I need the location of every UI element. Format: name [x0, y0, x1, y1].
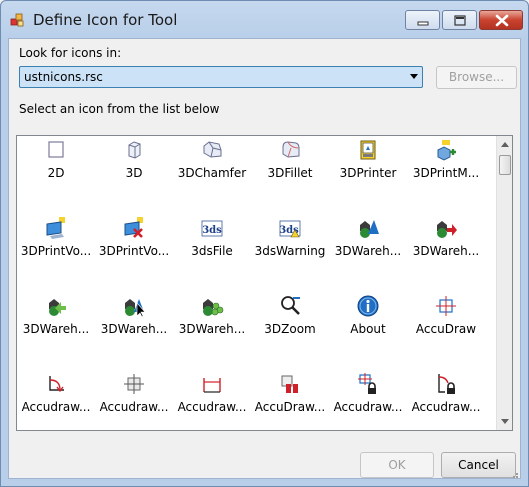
- icon-item-label: 3DChamfer: [177, 166, 247, 180]
- icon-item-label: 3DFillet: [267, 166, 313, 180]
- warehouse-download-icon: [49, 299, 66, 316]
- combo-value: ustnicons.rsc: [24, 70, 103, 84]
- icon-item[interactable]: AccuDraw: [407, 292, 485, 370]
- icon-item-label: Accudraw...: [411, 400, 481, 414]
- icon-item-label: Accudraw...: [21, 400, 91, 414]
- icon-item-label: 3D: [125, 166, 143, 180]
- print-model-add-icon: [437, 140, 456, 161]
- minimize-icon: [417, 21, 429, 26]
- print-volume-icon: [46, 217, 65, 239]
- icon-item[interactable]: 2D: [17, 136, 95, 214]
- icon-file-combobox[interactable]: ustnicons.rsc: [19, 66, 423, 88]
- printer-3d-icon: [360, 140, 376, 160]
- icon-item-label: 3DZoom: [264, 322, 316, 336]
- warehouse-icon: [360, 220, 379, 238]
- accudraw-icon: [436, 296, 456, 316]
- browse-button[interactable]: Browse...: [436, 66, 517, 89]
- app-icon: [10, 13, 24, 27]
- 3ds-warning-icon: 3ds: [279, 220, 301, 238]
- icon-item[interactable]: Accudraw...: [173, 370, 251, 430]
- icon-item-label: 3DPrintVo...: [98, 244, 170, 258]
- icon-item[interactable]: Accudraw...: [17, 370, 95, 430]
- icon-item-label: About: [350, 322, 386, 336]
- accudraw-lock-icon: [358, 373, 376, 394]
- icon-item-label: 3DWareh...: [22, 322, 90, 336]
- icon-item[interactable]: 3DPrintVo...: [95, 214, 173, 292]
- icon-item[interactable]: 3DPrinter: [329, 136, 407, 214]
- icon-item-label: 3DPrintVo...: [20, 244, 92, 258]
- print-volume-delete-icon: [124, 217, 143, 238]
- cancel-button[interactable]: Cancel: [441, 452, 516, 478]
- icon-item[interactable]: 3DWareh...: [407, 214, 485, 292]
- select-icon-label: Select an icon from the list below: [19, 102, 220, 116]
- icon-item[interactable]: Accudraw...: [329, 370, 407, 430]
- dialog-window: Define Icon for Tool Look for icons in: …: [0, 0, 529, 487]
- icon-item[interactable]: 3D: [95, 136, 173, 214]
- accudraw-target-icon: [124, 374, 144, 394]
- icon-item[interactable]: AccuDraw...: [251, 370, 329, 430]
- icon-item-label: 3DPrinter: [339, 166, 397, 180]
- icon-item-label: 3DWareh...: [412, 244, 480, 258]
- icon-item[interactable]: 3DWareh...: [329, 214, 407, 292]
- square-2d-icon: [48, 141, 64, 158]
- icon-item-label: 3DWareh...: [100, 322, 168, 336]
- icon-item[interactable]: Accudraw...: [407, 370, 485, 430]
- fillet-icon: [282, 141, 300, 158]
- icon-item-label: 3dsFile: [191, 244, 233, 258]
- icon-item-label: 3DPrintM...: [412, 166, 480, 180]
- dropdown-arrow-icon[interactable]: [410, 74, 418, 79]
- icon-item-label: 3DWareh...: [178, 322, 246, 336]
- maximize-icon: [454, 15, 466, 26]
- warehouse-components-icon: [203, 299, 224, 316]
- icon-item-label: 3dsWarning: [254, 244, 326, 258]
- maximize-button[interactable]: [442, 10, 477, 30]
- icon-item-label: Accudraw...: [333, 400, 403, 414]
- icon-item-label: 3DWareh...: [334, 244, 402, 258]
- accudraw-rotate-icon: [49, 376, 64, 393]
- icon-grid: 2D 3D 3DChamfer 3DFillet 3DPrinter 3DPri…: [17, 136, 495, 430]
- resize-grip-icon[interactable]: [507, 471, 519, 479]
- icon-item[interactable]: 3DChamfer: [173, 136, 251, 214]
- scrollbar-thumb[interactable]: [499, 155, 511, 175]
- ok-button[interactable]: OK: [360, 452, 434, 478]
- icon-item[interactable]: 3DFillet: [251, 136, 329, 214]
- icon-item-label: AccuDraw...: [254, 400, 326, 414]
- icon-listview[interactable]: 2D 3D 3DChamfer 3DFillet 3DPrinter 3DPri…: [16, 135, 513, 431]
- warehouse-upload-icon: [437, 221, 457, 238]
- icon-item[interactable]: 3DPrintM...: [407, 136, 485, 214]
- accudraw-distance-icon: [203, 378, 221, 393]
- icon-item-label: 2D: [47, 166, 65, 180]
- icon-item[interactable]: 3DWareh...: [95, 292, 173, 370]
- icon-item[interactable]: 3DWareh...: [173, 292, 251, 370]
- icon-item[interactable]: 3ds 3dsFile: [173, 214, 251, 292]
- title-bar[interactable]: Define Icon for Tool: [1, 1, 528, 39]
- window-title: Define Icon for Tool: [33, 11, 178, 29]
- icon-item[interactable]: Accudraw...: [95, 370, 173, 430]
- dialog-body: Look for icons in: ustnicons.rsc Browse.…: [8, 38, 521, 479]
- minimize-button[interactable]: [405, 10, 440, 30]
- svg-text:3ds: 3ds: [202, 225, 222, 236]
- info-icon: [357, 295, 379, 317]
- icon-item-label: Accudraw...: [99, 400, 169, 414]
- accudraw-bar-icon: [281, 375, 298, 393]
- icon-item[interactable]: 3DPrintVo...: [17, 214, 95, 292]
- scroll-down-icon[interactable]: [501, 419, 509, 424]
- icon-item-label: Accudraw...: [177, 400, 247, 414]
- warehouse-select-icon: [125, 299, 146, 318]
- close-button[interactable]: [479, 10, 523, 30]
- icon-item[interactable]: 3DZoom: [251, 292, 329, 370]
- scroll-up-icon[interactable]: [501, 142, 509, 147]
- chamfer-icon: [203, 141, 222, 158]
- accudraw-angle-lock-icon: [438, 374, 455, 394]
- icon-item-label: AccuDraw: [415, 322, 477, 336]
- zoom-3d-icon: [281, 296, 300, 315]
- icon-item[interactable]: 3DWareh...: [17, 292, 95, 370]
- close-icon: [495, 14, 509, 27]
- icon-item[interactable]: 3ds 3dsWarning: [251, 214, 329, 292]
- look-for-label: Look for icons in:: [19, 46, 122, 60]
- vertical-scrollbar[interactable]: [496, 136, 512, 430]
- cube-3d-icon: [128, 141, 141, 159]
- 3ds-file-icon: 3ds: [201, 220, 223, 237]
- icon-item[interactable]: About: [329, 292, 407, 370]
